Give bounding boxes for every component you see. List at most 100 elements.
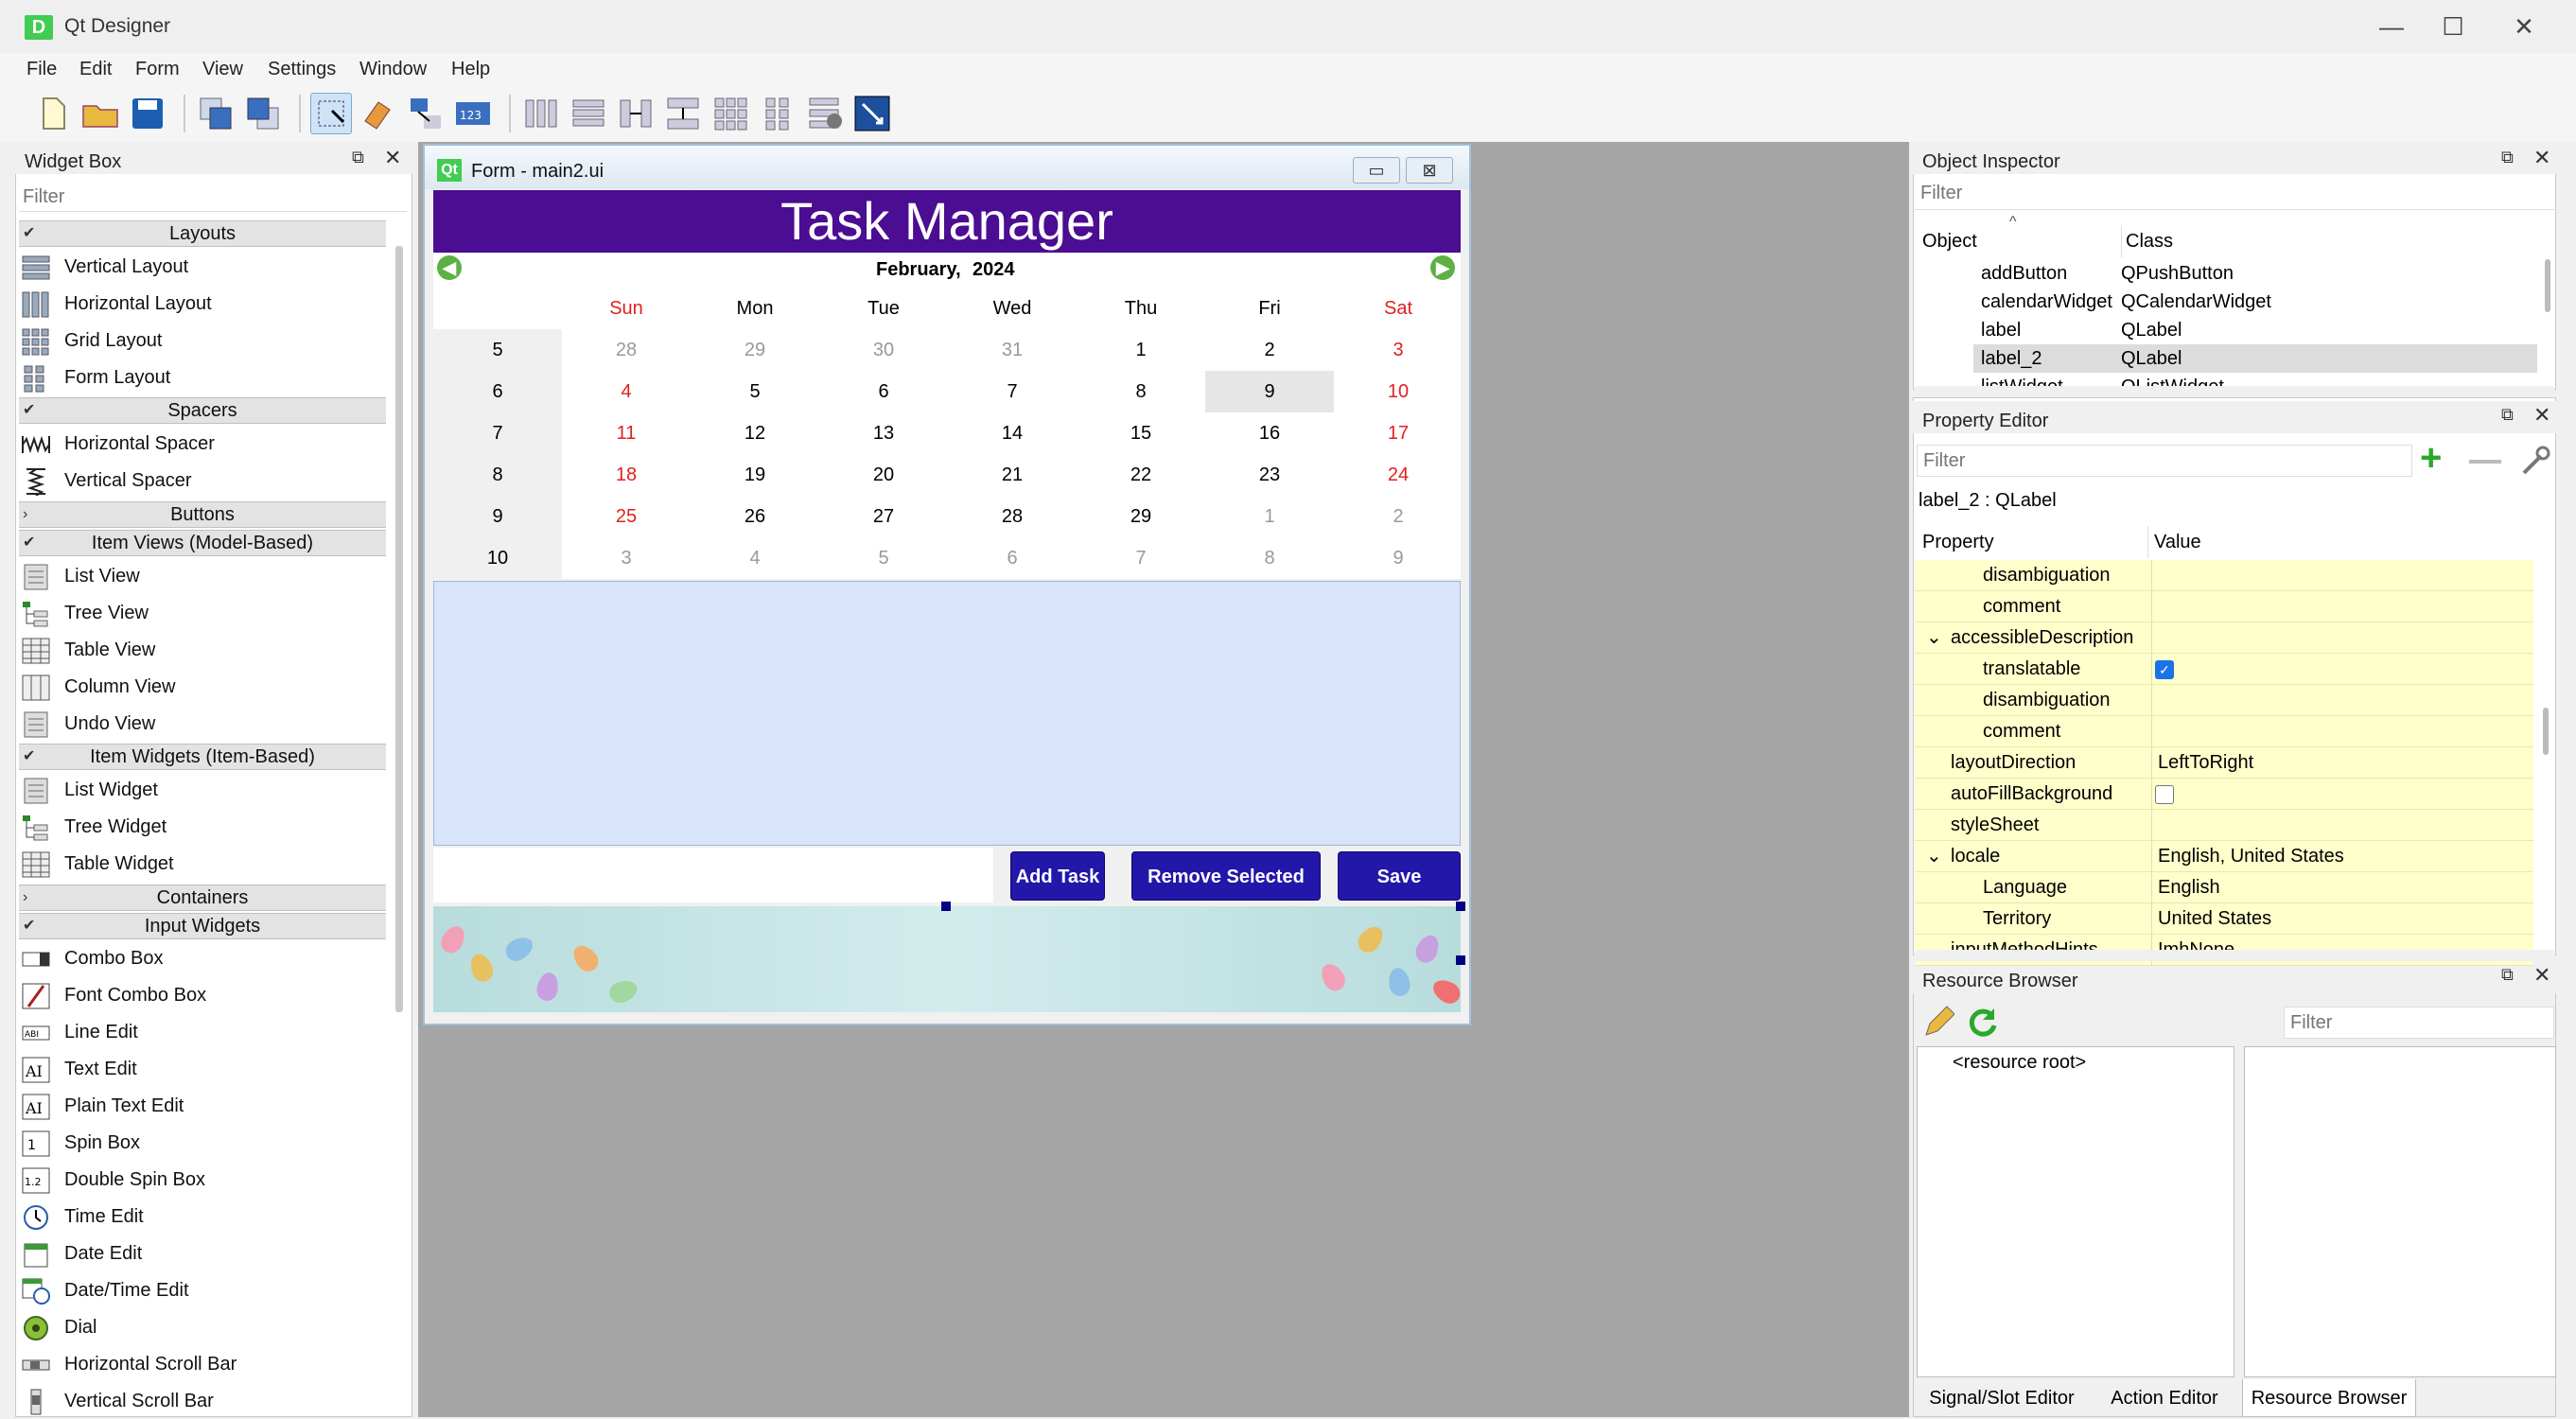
calendar-day-cell[interactable]: 8: [1205, 537, 1334, 579]
resource-file-list[interactable]: [2244, 1046, 2556, 1377]
widget-horizontal-layout[interactable]: Horizontal Layout: [21, 286, 212, 322]
property-value[interactable]: [2151, 810, 2158, 841]
object-inspector-filter-input[interactable]: [1915, 178, 2554, 210]
float-icon[interactable]: ⧉: [2501, 148, 2514, 167]
reload-icon[interactable]: [1966, 1005, 2000, 1039]
calendar-day-cell[interactable]: 23: [1205, 454, 1334, 496]
widget-double-spin-box[interactable]: 1.2 Double Spin Box: [21, 1162, 205, 1198]
widget-spin-box[interactable]: 1 Spin Box: [21, 1125, 140, 1161]
menu-settings[interactable]: Settings: [268, 59, 336, 80]
calendar-day-cell[interactable]: 6: [948, 537, 1077, 579]
maximize-icon[interactable]: ☐: [2425, 9, 2481, 44]
property-value[interactable]: [2151, 685, 2158, 716]
close-icon[interactable]: ✕: [2533, 403, 2550, 428]
resource-tree[interactable]: [1917, 1046, 2234, 1377]
property-value[interactable]: English, United States: [2151, 841, 2344, 872]
widget-box-scrollbar[interactable]: [395, 246, 403, 1012]
property-filter-input[interactable]: [1917, 445, 2412, 477]
minimize-icon[interactable]: —: [2363, 9, 2420, 44]
calendar-day-cell[interactable]: 12: [691, 412, 819, 454]
calendar-day-cell[interactable]: 20: [819, 454, 948, 496]
widget-undo-view[interactable]: Undo View: [21, 706, 155, 742]
calendar-day-cell[interactable]: 4: [691, 537, 819, 579]
property-value[interactable]: [2151, 716, 2158, 747]
calendar-day-cell[interactable]: 3: [1334, 329, 1463, 371]
horizontal-splitter-icon[interactable]: [615, 93, 657, 134]
property-row[interactable]: disambiguation: [1915, 685, 2533, 716]
calendar-day-cell[interactable]: 8: [1077, 371, 1205, 412]
widget-list-widget[interactable]: List Widget: [21, 772, 158, 808]
lay-out-horizontally-icon[interactable]: [520, 93, 562, 134]
widget-horizontal-scroll-bar[interactable]: Horizontal Scroll Bar: [21, 1346, 237, 1382]
widget-column-view[interactable]: Column View: [21, 669, 175, 705]
object-tree-row[interactable]: [1973, 316, 2537, 344]
calendar-day-cell[interactable]: 24: [1334, 454, 1463, 496]
widget-plain-text-edit[interactable]: AI Plain Text Edit: [21, 1088, 184, 1124]
float-icon[interactable]: ⧉: [352, 148, 364, 167]
object-tree-row[interactable]: [1973, 344, 2537, 373]
property-row[interactable]: Territory United States: [1915, 903, 2533, 935]
menu-help[interactable]: Help: [451, 59, 490, 80]
widget-table-widget[interactable]: Table Widget: [21, 846, 174, 882]
save-icon[interactable]: [127, 93, 168, 134]
property-row[interactable]: comment: [1915, 591, 2533, 622]
widget-tree-view[interactable]: Tree View: [21, 595, 149, 631]
calendar-year[interactable]: 2024: [973, 259, 1015, 281]
property-checkbox[interactable]: ✓: [2155, 660, 2174, 679]
property-value[interactable]: [2151, 622, 2158, 654]
calendar-day-cell[interactable]: 13: [819, 412, 948, 454]
column-header-property[interactable]: Property: [1922, 526, 1994, 558]
expand-chevron-icon[interactable]: ⌄: [1926, 622, 1942, 654]
widget-font-combo-box[interactable]: Font Combo Box: [21, 977, 206, 1013]
widget-time-edit[interactable]: Time Edit: [21, 1199, 144, 1235]
column-header-value[interactable]: Value: [2147, 526, 2201, 558]
calendar-day-cell[interactable]: 28: [948, 496, 1077, 537]
property-editor-scrollbar[interactable]: [2543, 708, 2549, 755]
next-month-icon[interactable]: ▶: [1430, 255, 1455, 280]
property-row[interactable]: translatable ✓: [1915, 654, 2533, 685]
adjust-size-icon[interactable]: [851, 93, 893, 134]
category-buttons[interactable]: › Buttons: [19, 501, 386, 528]
category-spacers[interactable]: ✔ Spacers: [19, 397, 386, 424]
widget-vertical-spacer[interactable]: Vertical Spacer: [21, 463, 192, 499]
edit-signals-slots-icon[interactable]: [358, 93, 399, 134]
vertical-splitter-icon[interactable]: [662, 93, 704, 134]
property-row[interactable]: ⌄ accessibleDescription: [1915, 622, 2533, 654]
configure-wrench-icon[interactable]: [2518, 445, 2550, 477]
lay-out-grid-icon[interactable]: [710, 93, 751, 134]
selection-handle[interactable]: [1456, 902, 1465, 911]
tab-signal-slot-editor[interactable]: Signal/Slot Editor: [1917, 1379, 2087, 1417]
resource-filter-input[interactable]: [2284, 1007, 2554, 1039]
category-input-widgets[interactable]: ✔ Input Widgets: [19, 913, 386, 939]
lay-out-form-icon[interactable]: [757, 93, 798, 134]
save-changes-button[interactable]: Save changes: [1338, 851, 1461, 937]
close-icon[interactable]: ✕: [2496, 9, 2552, 44]
calendar-day-cell[interactable]: 27: [819, 496, 948, 537]
calendar-day-cell[interactable]: 9: [1205, 371, 1334, 412]
calendar-day-cell[interactable]: 30: [819, 329, 948, 371]
menu-edit[interactable]: Edit: [79, 59, 112, 80]
widget-dial[interactable]: Dial: [21, 1309, 96, 1345]
widget-horizontal-spacer[interactable]: Horizontal Spacer: [21, 426, 215, 462]
form-close-button[interactable]: ⊠: [1406, 157, 1453, 184]
add-property-icon[interactable]: +: [2420, 439, 2442, 477]
calendar-day-cell[interactable]: 4: [562, 371, 691, 412]
tab-resource-browser[interactable]: Resource Browser: [2242, 1379, 2416, 1417]
calendar-day-cell[interactable]: 28: [562, 329, 691, 371]
widget-tree-widget[interactable]: Tree Widget: [21, 809, 166, 845]
calendar-day-cell[interactable]: 21: [948, 454, 1077, 496]
add-task-button[interactable]: Add Task: [1010, 851, 1105, 901]
widget-datetime-edit[interactable]: Date/Time Edit: [21, 1272, 189, 1308]
open-folder-icon[interactable]: [79, 93, 121, 134]
calendar-day-cell[interactable]: 9: [1334, 537, 1463, 579]
close-icon[interactable]: ✕: [2533, 146, 2550, 170]
category-containers[interactable]: › Containers: [19, 885, 386, 911]
calendar-month[interactable]: February,: [876, 259, 961, 281]
previous-month-icon[interactable]: ◀: [437, 255, 462, 280]
calendar-day-cell[interactable]: 14: [948, 412, 1077, 454]
form-minimize-button[interactable]: ▭: [1353, 157, 1400, 184]
calendar-day-cell[interactable]: 26: [691, 496, 819, 537]
calendar-day-cell[interactable]: 10: [1334, 371, 1463, 412]
bring-to-front-icon[interactable]: [242, 93, 284, 134]
property-value[interactable]: English: [2151, 872, 2220, 903]
